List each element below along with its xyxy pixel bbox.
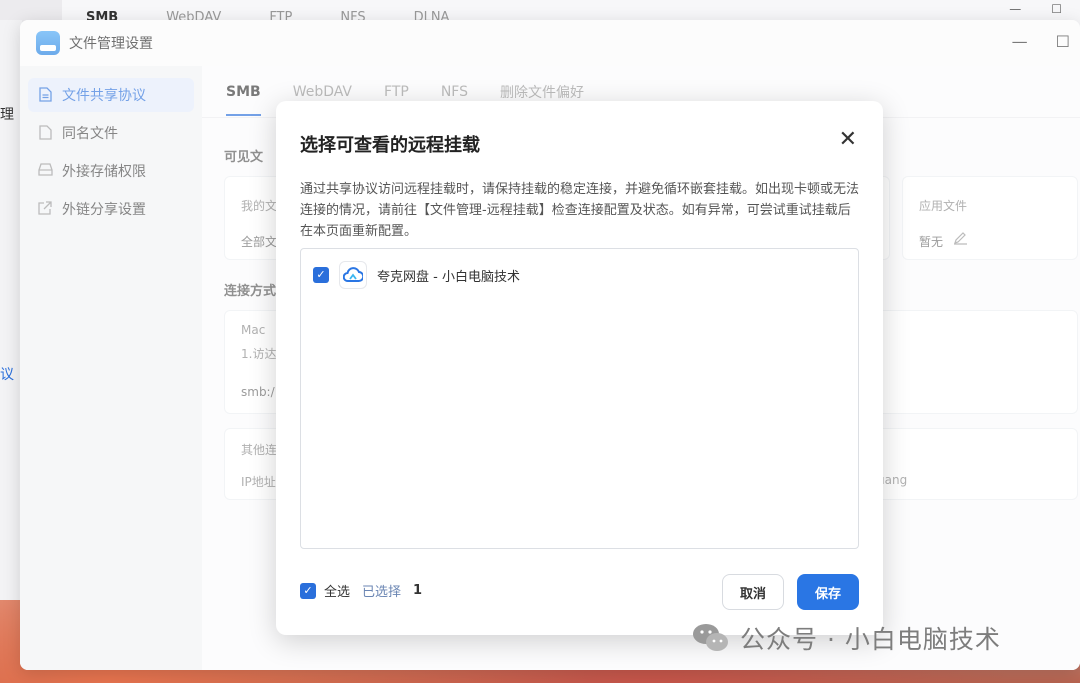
select-all-checkbox[interactable]: ✓: [300, 582, 316, 599]
close-icon[interactable]: ✕: [839, 127, 857, 153]
dialog-description: 通过共享协议访问远程挂载时，请保持挂载的稳定连接，并避免循环嵌套挂载。如出现卡顿…: [300, 182, 860, 239]
mount-name: 夸克网盘 - 小白电脑技术: [377, 269, 520, 285]
cancel-button[interactable]: 取消: [722, 574, 784, 610]
background-text: 议: [0, 367, 14, 383]
cloud-icon: [339, 261, 367, 289]
remote-mount-dialog: 选择可查看的远程挂载 ✕ 通过共享协议访问远程挂载时，请保持挂载的稳定连接，并避…: [276, 101, 883, 635]
save-button[interactable]: 保存: [797, 574, 859, 610]
watermark-text: 公众号 · 小白电脑技术: [740, 625, 1001, 654]
selected-label: 已选择: [362, 585, 402, 600]
mount-list: ✓ 夸克网盘 - 小白电脑技术: [300, 248, 859, 549]
background-window-edge: 理 议: [0, 20, 22, 600]
background-text: 理: [0, 107, 14, 123]
background-window-controls: — ☐: [1009, 2, 1062, 16]
minimize-icon: —: [1009, 2, 1022, 16]
dialog-title: 选择可查看的远程挂载: [300, 135, 480, 156]
watermark: 公众号 · 小白电脑技术: [692, 620, 1001, 656]
selection-summary: ✓ 全选 已选择 1: [300, 581, 422, 600]
selected-count: 1: [413, 583, 423, 598]
mount-checkbox[interactable]: ✓: [313, 267, 329, 283]
select-all-label[interactable]: 全选: [324, 581, 350, 600]
wechat-icon: [693, 624, 728, 651]
maximize-icon: ☐: [1051, 2, 1062, 16]
list-item[interactable]: ✓ 夸克网盘 - 小白电脑技术: [313, 261, 520, 289]
